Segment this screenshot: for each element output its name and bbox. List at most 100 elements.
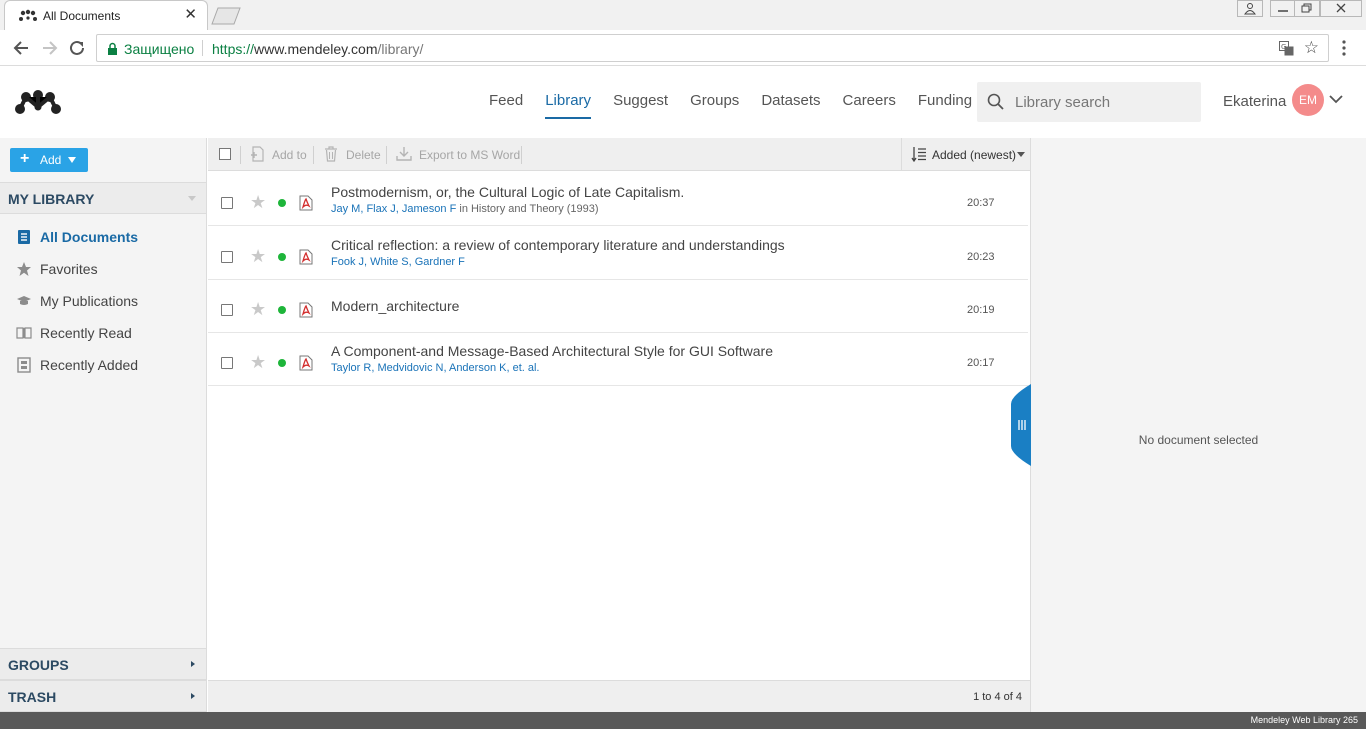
document-list: Add to Delete Export to MS Word Added (n… — [208, 138, 1031, 712]
unread-indicator — [278, 199, 286, 207]
document-title[interactable]: Critical reflection: a review of contemp… — [331, 237, 785, 253]
avatar[interactable]: EM — [1292, 84, 1324, 116]
favorite-star-icon[interactable]: ★ — [250, 351, 266, 373]
favorite-star-icon[interactable]: ★ — [250, 191, 266, 213]
document-row[interactable]: ★ Critical reflection: a review of conte… — [208, 227, 1028, 280]
bookmark-star-icon[interactable]: ☆ — [1304, 39, 1319, 57]
row-checkbox[interactable] — [221, 357, 233, 369]
sort-label: Added (newest) — [932, 148, 1017, 162]
caret-right-icon — [191, 661, 195, 667]
row-checkbox[interactable] — [221, 251, 233, 263]
plus-icon: + — [20, 150, 30, 167]
nav-feed[interactable]: Feed — [489, 67, 523, 137]
nav-groups[interactable]: Groups — [690, 67, 739, 137]
document-title[interactable]: A Component-and Message-Based Architectu… — [331, 343, 773, 359]
sidebar-item-all-documents[interactable]: All Documents — [0, 221, 206, 253]
export-label: Export to MS Word — [419, 148, 521, 162]
pdf-file-icon — [299, 195, 313, 211]
url-host: www.mendeley.com — [254, 41, 378, 57]
nav-careers[interactable]: Careers — [843, 67, 896, 137]
groups-header[interactable]: GROUPS — [0, 648, 206, 680]
nav-library[interactable]: Library — [545, 67, 591, 137]
nav-funding[interactable]: Funding — [918, 67, 972, 137]
toolbar-divider — [313, 146, 314, 164]
reload-icon[interactable] — [67, 38, 87, 58]
author-list[interactable]: Taylor R, Medvidovic N, Anderson K, et. … — [331, 362, 539, 374]
document-row[interactable]: ★ A Component-and Message-Based Architec… — [208, 333, 1028, 386]
browser-menu-icon[interactable] — [1340, 38, 1348, 58]
pdf-file-icon — [299, 302, 313, 318]
added-time: 20:37 — [967, 197, 995, 209]
document-row[interactable]: ★ Postmodernism, or, the Cultural Logic … — [208, 173, 1028, 226]
sidebar-item-my-publications[interactable]: My Publications — [0, 285, 206, 317]
download-icon — [396, 147, 412, 161]
nav-suggest[interactable]: Suggest — [613, 67, 668, 137]
sidebar-item-recently-read[interactable]: Recently Read — [0, 317, 206, 349]
author-list[interactable]: Fook J, White S, Gardner F — [331, 256, 465, 268]
add-button[interactable]: + Add — [10, 148, 88, 172]
unread-indicator — [278, 359, 286, 367]
pdf-file-icon — [299, 355, 313, 371]
favorite-star-icon[interactable]: ★ — [250, 298, 266, 320]
add-to-folder-icon — [251, 146, 264, 162]
toolbar-divider — [521, 146, 522, 164]
added-time: 20:23 — [967, 251, 995, 263]
row-checkbox[interactable] — [221, 197, 233, 209]
tab-close-icon[interactable]: ✕ — [184, 6, 197, 24]
add-to-button[interactable]: Add to — [250, 138, 310, 171]
minimize-window-button[interactable] — [1270, 0, 1296, 17]
restore-window-button[interactable] — [1294, 0, 1320, 17]
document-title[interactable]: Postmodernism, or, the Cultural Logic of… — [331, 184, 684, 200]
mendeley-favicon-icon — [19, 9, 37, 21]
sidebar-item-label: My Publications — [40, 293, 139, 309]
row-checkbox[interactable] — [221, 304, 233, 316]
document-source: in History and Theory (1993) — [456, 203, 599, 215]
address-bar[interactable]: Защищено https://www.mendeley.com/librar… — [96, 34, 1329, 62]
author-list[interactable]: Jay M, Flax J, Jameson F — [331, 203, 456, 215]
sort-icon — [911, 147, 926, 162]
profile-window-button[interactable] — [1237, 0, 1263, 17]
document-row[interactable]: ★ Modern_architecture 20:19 — [208, 280, 1028, 333]
delete-button[interactable]: Delete — [323, 138, 383, 171]
document-authors: Fook J, White S, Gardner F — [331, 256, 465, 268]
sidebar-item-favorites[interactable]: Favorites — [0, 253, 206, 285]
pdf-file-icon — [299, 249, 313, 265]
library-sidebar: + Add MY LIBRARY All Documents Favorites… — [0, 138, 207, 712]
version-label: Mendeley Web Library 265 — [1250, 715, 1358, 725]
translate-icon[interactable]: G — [1279, 41, 1294, 56]
my-library-header[interactable]: MY LIBRARY — [0, 182, 206, 214]
close-window-button[interactable] — [1320, 0, 1362, 17]
caret-right-icon — [191, 693, 195, 699]
trash-label: TRASH — [8, 689, 57, 705]
toolbar-divider — [240, 146, 241, 164]
list-footer: 1 to 4 of 4 — [208, 680, 1030, 712]
favorite-star-icon[interactable]: ★ — [250, 245, 266, 267]
user-name[interactable]: Ekaterina — [1223, 93, 1286, 110]
add-to-label: Add to — [272, 148, 307, 162]
nav-datasets[interactable]: Datasets — [761, 67, 820, 137]
main-navigation: Feed Library Suggest Groups Datasets Careers F… — [478, 67, 983, 137]
new-tab-icon[interactable] — [210, 7, 242, 25]
restore-icon — [1301, 3, 1312, 13]
url-scheme: https:// — [212, 41, 255, 57]
mendeley-logo-icon[interactable] — [14, 87, 62, 117]
document-title[interactable]: Modern_architecture — [331, 298, 459, 314]
library-search[interactable] — [977, 82, 1201, 122]
back-arrow-icon[interactable] — [12, 38, 32, 58]
forward-arrow-icon[interactable] — [39, 38, 59, 58]
sort-dropdown[interactable]: Added (newest) — [901, 138, 1030, 171]
unread-indicator — [278, 306, 286, 314]
sidebar-item-label: Favorites — [40, 261, 98, 277]
star-icon — [17, 262, 31, 276]
library-search-input[interactable] — [1015, 82, 1195, 122]
trash-icon — [325, 146, 337, 162]
url-text[interactable]: https://www.mendeley.com/library/ — [212, 41, 423, 57]
export-button[interactable]: Export to MS Word — [396, 138, 522, 171]
trash-header[interactable]: TRASH — [0, 680, 206, 712]
sidebar-item-recently-added[interactable]: Recently Added — [0, 349, 206, 381]
chevron-down-icon[interactable] — [1329, 94, 1343, 104]
browser-toolbar: Защищено https://www.mendeley.com/librar… — [0, 30, 1366, 66]
browser-tab[interactable]: All Documents ✕ — [4, 0, 208, 30]
select-all-checkbox[interactable] — [219, 148, 231, 160]
panel-toggle-handle[interactable] — [1011, 384, 1031, 466]
